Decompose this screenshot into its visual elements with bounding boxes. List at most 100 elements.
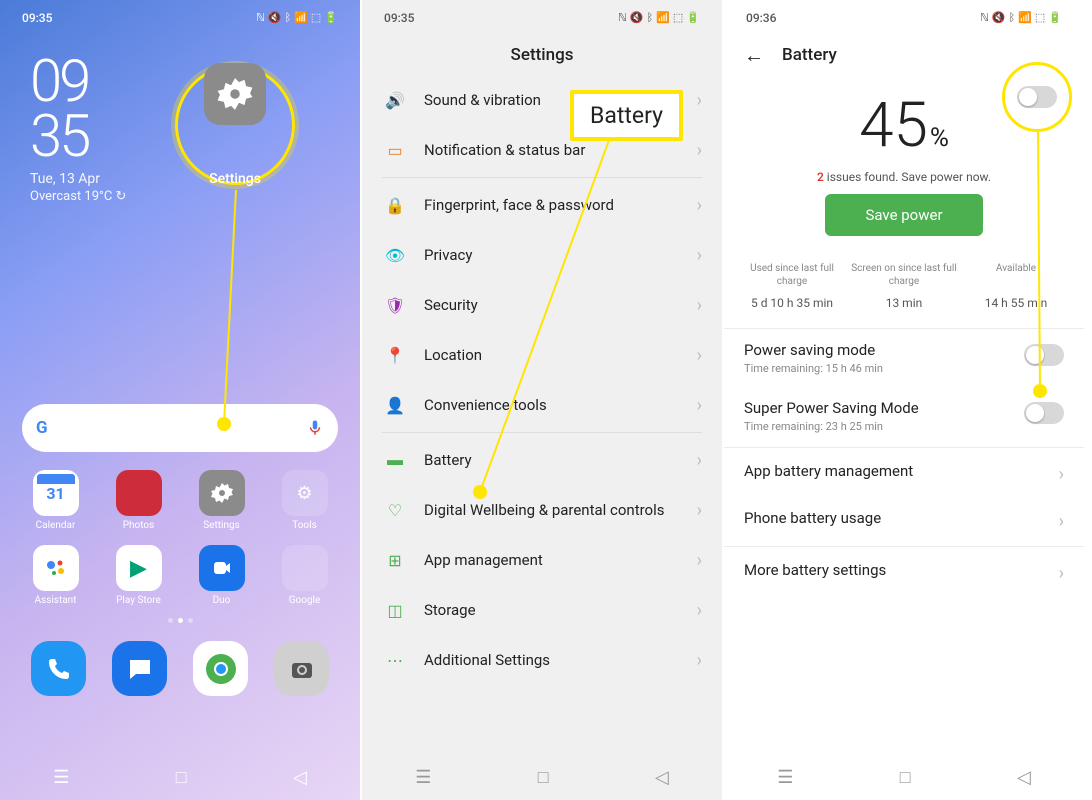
search-input[interactable] [58,419,296,437]
nav-bar: ☰ □ ◁ [0,754,360,800]
settings-row-security[interactable]: 🛡 Security › [362,280,722,330]
messages-app[interactable] [112,641,167,696]
dock [0,629,360,708]
row-label: Digital Wellbeing & parental controls [424,501,679,519]
battery-icon: ▬ [384,449,406,471]
app-google[interactable]: Google [267,545,342,606]
sound-icon: 🔊 [384,89,406,111]
battery-row[interactable]: Power saving mode Time remaining: 15 h 46… [724,329,1084,387]
app-play-store[interactable]: ▶Play Store [101,545,176,606]
save-power-button[interactable]: Save power [825,194,982,236]
chevron-right-icon: › [697,395,702,416]
chevron-right-icon: › [1059,464,1064,485]
pane-battery: 09:36 ℕ🔇ᛒ📶⬚🔋 ← Battery 45% 2 issues foun… [724,0,1086,800]
row-label: Battery [424,451,679,469]
nav-home[interactable]: □ [900,767,911,788]
battery-title: Battery [782,45,837,65]
stat-value: 5 d 10 h 35 min [736,296,848,310]
row-label: Privacy [424,246,679,264]
chevron-right-icon: › [697,195,702,216]
mute-icon: 🔇 [268,11,282,24]
app-duo[interactable]: Duo [184,545,259,606]
stat-label: Used since last full charge [736,262,848,288]
settings-row-apps[interactable]: ⊞App management› [362,535,722,585]
toggle[interactable] [1024,344,1064,366]
app-calendar[interactable]: 31Calendar [18,470,93,531]
row-label: Security [424,296,679,314]
mic-icon[interactable] [306,419,324,437]
app-photos[interactable]: Photos [101,470,176,531]
row-title: More battery settings [744,561,1045,579]
settings-row-wellbeing[interactable]: ♡ Digital Wellbeing & parental controls › [362,485,722,535]
nav-recent[interactable]: ☰ [415,767,431,788]
security-icon: 🛡 [384,294,406,316]
phone-app[interactable] [31,641,86,696]
settings-app-icon-large[interactable] [204,63,266,125]
tools-icon: 👤 [384,394,406,416]
chevron-right-icon: › [697,245,702,266]
app-assistant[interactable]: Assistant [18,545,93,606]
back-arrow-icon[interactable]: ← [744,43,764,68]
nav-bar: ☰ □ ◁ [724,754,1084,800]
issues-text: 2 issues found. Save power now. [724,170,1084,184]
highlighted-toggle[interactable] [1017,86,1057,108]
duo-icon [199,545,245,591]
nav-back[interactable]: ◁ [293,767,307,788]
row-subtitle: Time remaining: 15 h 46 min [744,362,1010,375]
camera-app[interactable] [274,641,329,696]
finger-icon: 🔒 [384,194,406,216]
google-logo-icon: G [36,418,48,438]
chevron-right-icon: › [697,345,702,366]
battery-row[interactable]: Phone battery usage› [724,497,1084,544]
row-label: Fingerprint, face & password [424,196,679,214]
wellbeing-icon: ♡ [384,499,406,521]
nav-recent[interactable]: ☰ [777,767,793,788]
row-label: Storage [424,601,679,619]
nav-recent[interactable]: ☰ [53,767,69,788]
row-title: Power saving mode [744,341,1010,359]
nav-bar: ☰ □ ◁ [362,754,722,800]
settings-row-additional[interactable]: ⋯Additional Settings› [362,635,722,685]
chevron-right-icon: › [697,550,702,571]
app-grid: 31Calendar Photos Settings ⚙Tools Assist… [0,452,360,612]
search-bar[interactable]: G [22,404,338,452]
chevron-right-icon: › [697,140,702,161]
app-tools[interactable]: ⚙Tools [267,470,342,531]
settings-row-privacy[interactable]: 👁Privacy› [362,230,722,280]
chevron-right-icon: › [697,500,702,521]
stat-value: 14 h 55 min [960,296,1072,310]
status-icons: ℕ🔇ᛒ📶⬚🔋 [980,11,1062,24]
battery-row[interactable]: Super Power Saving ModeTime remaining: 2… [724,387,1084,445]
location-icon: 📍 [384,344,406,366]
wifi-icon: 📶 [294,11,308,24]
chevron-right-icon: › [697,295,702,316]
nav-home[interactable]: □ [538,767,549,788]
play-store-icon: ▶ [116,545,162,591]
battery-row[interactable]: App battery management› [724,450,1084,497]
additional-icon: ⋯ [384,649,406,671]
settings-row-tools[interactable]: 👤Convenience tools› [362,380,722,430]
settings-row-battery[interactable]: ▬Battery› [362,435,722,485]
tools-folder-icon: ⚙ [282,470,328,516]
app-settings[interactable]: Settings [184,470,259,531]
calendar-icon: 31 [33,470,79,516]
nav-back[interactable]: ◁ [655,767,669,788]
assistant-icon [33,545,79,591]
bt-icon: ᛒ [285,11,292,24]
battery-row[interactable]: More battery settings› [724,549,1084,596]
sim-icon: ⬚ [311,11,321,24]
chrome-app[interactable] [193,641,248,696]
settings-row-location[interactable]: 📍Location› [362,330,722,380]
nav-back[interactable]: ◁ [1017,767,1031,788]
settings-row-finger[interactable]: 🔒 Fingerprint, face & password › [362,180,722,230]
status-icons: ℕ🔇ᛒ📶⬚🔋 [256,11,338,24]
status-time: 09:35 [384,11,414,25]
status-bar: 09:35 ℕ🔇ᛒ📶⬚🔋 [0,0,360,35]
apps-icon: ⊞ [384,549,406,571]
toggle[interactable] [1024,402,1064,424]
settings-row-storage[interactable]: ◫Storage› [362,585,722,635]
page-indicator [0,612,360,629]
battery-stats: Used since last full charge 5 d 10 h 35 m… [724,256,1084,329]
notif-icon: ▭ [384,139,406,161]
nav-home[interactable]: □ [176,767,187,788]
